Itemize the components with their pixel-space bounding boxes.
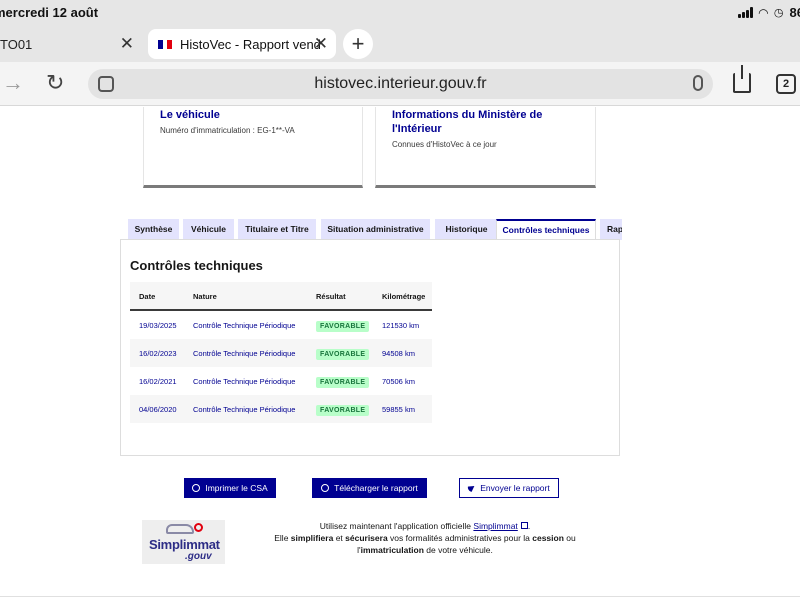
status-bar: mercredi 12 août ◠ ◷ 86 — [0, 0, 800, 26]
cell-date: 16/02/2023 — [139, 349, 177, 358]
controles-techniques-panel: Contrôles techniques Date Nature Résulta… — [120, 239, 620, 456]
tab-situation-administrative[interactable]: Situation administrative — [321, 219, 430, 240]
simplimmat-promo: Utilisez maintenant l'application offici… — [255, 520, 595, 556]
cell-nature: Contrôle Technique Périodique — [193, 321, 296, 330]
forward-arrow-icon[interactable]: → — [2, 70, 24, 96]
browser-tab-to01[interactable]: TO01 ✕ — [0, 29, 142, 59]
signal-icon — [737, 7, 753, 18]
simplimmat-logo[interactable]: Simplimmat .gouv — [142, 520, 225, 564]
table-row: 19/03/2025 Contrôle Technique Périodique… — [130, 311, 432, 339]
send-report-label: Envoyer le rapport — [480, 483, 550, 493]
send-icon — [466, 482, 477, 494]
table-header: Date Nature Résultat Kilométrage — [130, 282, 432, 311]
card-subtitle: Numéro d'immatriculation : EG-1**-VA — [160, 126, 295, 135]
cell-date: 19/03/2025 — [139, 321, 177, 330]
promo-line-2: Elle simplifiera et sécurisera vos forma… — [274, 533, 576, 543]
share-icon[interactable] — [733, 65, 751, 93]
footer-divider — [0, 596, 800, 597]
cell-date: 16/02/2021 — [139, 377, 177, 386]
browser-tab-histovec[interactable]: HistoVec - Rapport vendeur ✕ — [148, 29, 336, 59]
logo-text: Simplimmat — [149, 537, 220, 552]
table-row: 04/06/2020 Contrôle Technique Périodique… — [130, 395, 432, 423]
browser-tab-bar: TO01 ✕ HistoVec - Rapport vendeur ✕ + — [0, 26, 800, 62]
result-badge: FAVORABLE — [316, 321, 370, 332]
print-csa-label: Imprimer le CSA — [205, 483, 268, 493]
microphone-icon[interactable] — [693, 75, 703, 91]
tab-titulaire[interactable]: Titulaire et Titre — [238, 219, 316, 240]
print-icon — [192, 484, 201, 492]
page-content: Le véhicule Numéro d'immatriculation : E… — [0, 107, 800, 600]
address-bar: → ↻ histovec.interieur.gouv.fr 2 — [0, 62, 800, 106]
table-row: 16/02/2021 Contrôle Technique Périodique… — [130, 367, 432, 395]
car-icon — [166, 524, 194, 534]
status-date: mercredi 12 août — [0, 5, 99, 20]
cell-nature: Contrôle Technique Périodique — [193, 377, 296, 386]
controles-table: Date Nature Résultat Kilométrage 19/03/2… — [130, 282, 432, 423]
send-report-button[interactable]: Envoyer le rapport — [459, 478, 559, 498]
promo-line-3: l'immatriculation de votre véhicule. — [357, 545, 493, 555]
card-title: Informations du Ministère de l'Intérieur — [392, 109, 543, 135]
reload-icon[interactable]: ↻ — [46, 70, 64, 96]
browser-tab-title: TO01 — [0, 36, 33, 52]
result-badge: FAVORABLE — [316, 349, 370, 360]
cell-nature: Contrôle Technique Périodique — [193, 349, 296, 358]
wifi-icon: ◠ — [758, 5, 768, 20]
ministry-info-card: Informations du Ministère de l'Intérieur… — [375, 107, 596, 188]
close-tab-icon[interactable]: ✕ — [314, 35, 328, 52]
download-report-label: Télécharger le rapport — [334, 483, 418, 493]
simplimmat-link[interactable]: Simplimmat — [473, 521, 517, 531]
cell-mileage: 70506 km — [382, 377, 415, 386]
result-badge: FAVORABLE — [316, 405, 370, 416]
print-csa-button[interactable]: Imprimer le CSA — [184, 478, 276, 498]
tab-overview-button[interactable]: 2 — [776, 74, 796, 94]
card-title: Le véhicule — [160, 109, 220, 121]
vehicle-card: Le véhicule Numéro d'immatriculation : E… — [143, 107, 363, 188]
url-field[interactable]: histovec.interieur.gouv.fr — [88, 69, 713, 99]
card-subtitle: Connues d'HistoVec à ce jour — [392, 140, 497, 149]
tab-vehicule[interactable]: Véhicule — [183, 219, 234, 240]
cell-nature: Contrôle Technique Périodique — [193, 405, 296, 414]
status-indicators: ◠ ◷ 86 — [737, 5, 800, 20]
close-tab-icon[interactable]: ✕ — [120, 35, 134, 52]
cell-date: 04/06/2020 — [139, 405, 177, 414]
download-icon — [321, 484, 330, 492]
french-flag-icon — [158, 39, 173, 49]
promo-line-1: Utilisez maintenant l'application offici… — [319, 521, 531, 531]
wrench-icon — [194, 523, 203, 532]
column-header-mileage: Kilométrage — [382, 292, 426, 301]
column-header-nature: Nature — [193, 292, 217, 301]
table-row: 16/02/2023 Contrôle Technique Périodique… — [130, 339, 432, 367]
tab-synthese[interactable]: Synthèse — [128, 219, 179, 240]
tab-historique[interactable]: Historique — [435, 219, 498, 240]
download-report-button[interactable]: Télécharger le rapport — [312, 478, 427, 498]
cell-mileage: 121530 km — [382, 321, 420, 330]
result-badge: FAVORABLE — [316, 377, 370, 388]
cell-mileage: 94508 km — [382, 349, 415, 358]
column-header-date: Date — [139, 292, 156, 301]
tab-controles-techniques[interactable]: Contrôles techniques — [496, 219, 596, 240]
battery-level: 86 — [789, 5, 800, 20]
tab-rapport[interactable]: Rapport — [600, 219, 622, 240]
section-heading: Contrôles techniques — [130, 258, 263, 273]
url-text: histovec.interieur.gouv.fr — [314, 75, 487, 92]
new-tab-button[interactable]: + — [343, 29, 373, 59]
logo-suffix: .gouv — [185, 551, 212, 562]
alarm-icon: ◷ — [773, 7, 784, 19]
cell-mileage: 59855 km — [382, 405, 415, 414]
column-header-result: Résultat — [316, 292, 346, 301]
report-tabs: Synthèse Véhicule Titulaire et Titre Sit… — [128, 219, 622, 240]
browser-tab-title: HistoVec - Rapport vendeur — [180, 36, 320, 52]
external-link-icon — [520, 522, 528, 529]
